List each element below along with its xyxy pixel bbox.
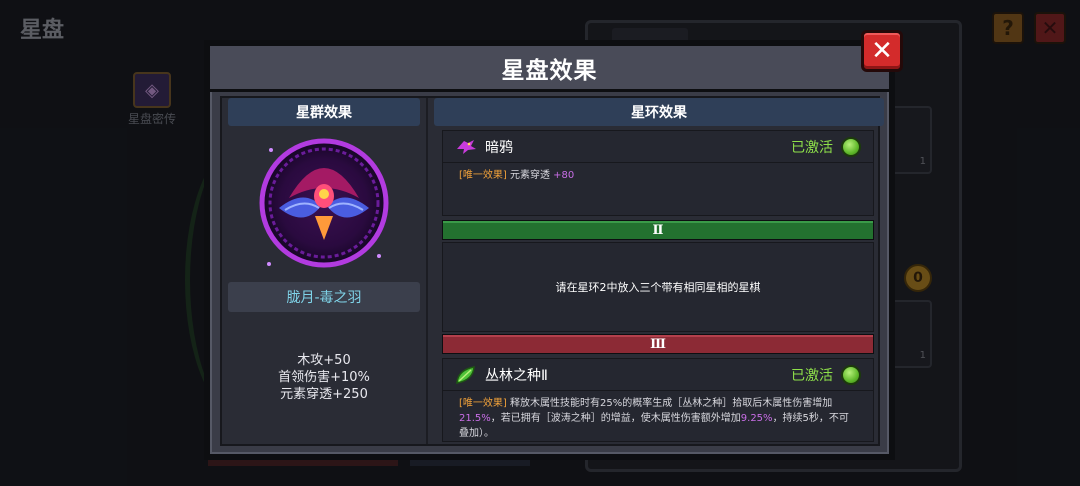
formation-name: 胧月-毒之羽 [228, 282, 420, 312]
poison-feather-emblem-icon [259, 138, 389, 268]
column-divider [426, 98, 428, 444]
effect-status: 已激活 [791, 367, 833, 384]
dialog-body: 星群效果 胧月-毒之羽 木攻+50 首领伤害+10% 元素穿透+250 星环效果… [220, 96, 884, 446]
stat-element-penetration: 元素穿透+250 [280, 387, 368, 402]
effect-card-jungle-seed[interactable]: 丛林之种Ⅱ 已激活 [唯一效果] 释放木属性技能时有25%的概率生成［丛林之种］… [442, 358, 874, 442]
unique-effect-tag: [唯一效果] [459, 398, 507, 409]
effect-desc-text: 元素穿透 [506, 170, 554, 181]
ring-3-bar: Ⅲ [442, 334, 874, 354]
effect-name: 丛林之种Ⅱ [485, 367, 548, 384]
effect-desc-text: ，若已拥有［波涛之种］的增益，使木属性伤害额外增加 [490, 413, 741, 424]
effect-title-row: 暗鸦 已激活 [443, 131, 873, 163]
raven-icon [453, 136, 479, 158]
effect-card-raven[interactable]: 暗鸦 已激活 [唯一效果] 元素穿透 +80 [442, 130, 874, 216]
stat-wood-attack: 木攻+50 [297, 353, 351, 368]
stat-boss-damage: 首领伤害+10% [278, 370, 370, 385]
dialog-title: 星盘效果 [501, 57, 598, 84]
ring-2-hint: 请在星环2中放入三个带有相同星相的星棋 [442, 242, 874, 332]
active-indicator-icon [841, 364, 861, 385]
constellation-stats: 木攻+50 首领伤害+10% 元素穿透+250 [228, 352, 420, 403]
effect-description: [唯一效果] 元素穿透 +80 [443, 163, 873, 188]
effect-desc-text: 释放木属性技能时有25%的概率生成［丛林之种］拾取后木属性伤害增加 [506, 398, 833, 409]
effect-name: 暗鸦 [485, 139, 513, 156]
effect-desc-value: 9.25% [740, 413, 773, 424]
constellation-header: 星群效果 [228, 98, 420, 126]
dialog-header: 星盘效果 [210, 46, 889, 92]
constellation-panel: 星群效果 胧月-毒之羽 木攻+50 首领伤害+10% 元素穿透+250 [228, 98, 420, 444]
ring-effects-panel: 星环效果 暗鸦 已激活 [唯一效果] 元素穿透 +80 Ⅱ 请在星环2中放入三个… [434, 98, 884, 444]
effect-status: 已激活 [791, 139, 833, 156]
constellation-emblem [228, 128, 420, 278]
leaf-icon [453, 364, 479, 386]
effect-description: [唯一效果] 释放木属性技能时有25%的概率生成［丛林之种］拾取后木属性伤害增加… [443, 391, 873, 446]
effect-desc-value: 21.5% [459, 413, 491, 424]
unique-effect-tag: [唯一效果] [459, 170, 507, 181]
effect-title-row: 丛林之种Ⅱ 已激活 [443, 359, 873, 391]
ring-2-bar: Ⅱ [442, 220, 874, 240]
ring-effects-header: 星环效果 [434, 98, 884, 126]
dialog-close-button[interactable]: ✕ [861, 30, 903, 72]
effect-desc-value: +80 [553, 170, 575, 181]
active-indicator-icon [841, 136, 861, 157]
star-disk-effect-dialog: 星盘效果 星群效果 胧月-毒之羽 木攻+50 首领伤害+10% 元素穿透+250… [207, 43, 892, 457]
